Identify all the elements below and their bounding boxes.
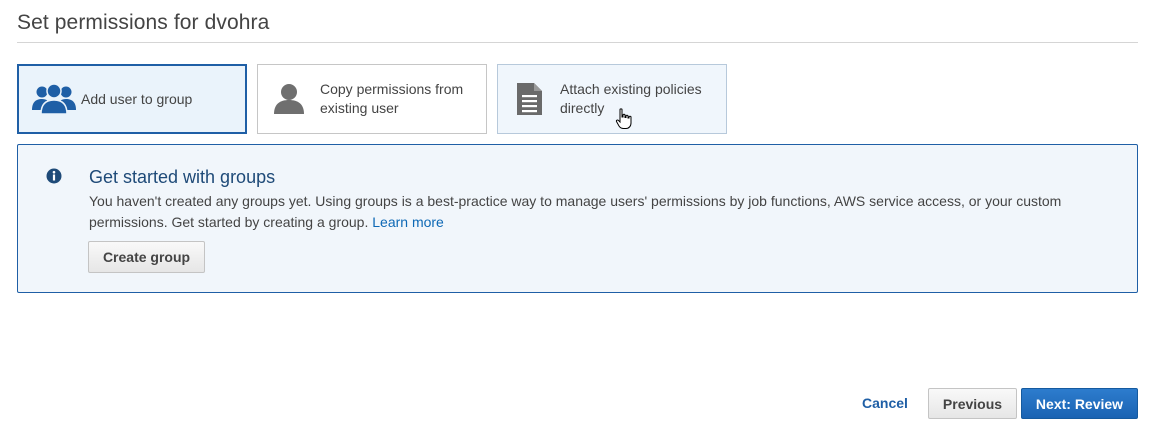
set-permissions-page: Set permissions for dvohra Add user to g…: [0, 0, 1159, 432]
user-group-icon: [19, 83, 81, 115]
get-started-info-box: Get started with groups You haven't crea…: [17, 144, 1138, 293]
document-icon: [498, 82, 560, 116]
create-group-button[interactable]: Create group: [88, 241, 205, 273]
option-label: Copy permissions from existing user: [320, 81, 464, 116]
title-divider: [17, 42, 1138, 43]
learn-more-link[interactable]: Learn more: [372, 214, 444, 230]
info-text: You haven't created any groups yet. Usin…: [89, 193, 1062, 230]
cancel-link[interactable]: Cancel: [862, 395, 908, 411]
info-description: You haven't created any groups yet. Usin…: [89, 191, 1099, 233]
option-label: Add user to group: [81, 90, 193, 107]
option-add-user-to-group[interactable]: Add user to group: [17, 64, 247, 134]
hand-cursor-icon: [615, 108, 633, 135]
user-icon: [258, 83, 320, 115]
page-title: Set permissions for dvohra: [17, 11, 270, 34]
info-icon: [46, 168, 62, 189]
option-attach-policies[interactable]: Attach existing policies directly: [497, 64, 727, 134]
option-copy-permissions[interactable]: Copy permissions from existing user: [257, 64, 487, 134]
previous-button[interactable]: Previous: [928, 388, 1017, 419]
next-review-button[interactable]: Next: Review: [1021, 388, 1138, 419]
info-title: Get started with groups: [89, 167, 276, 187]
